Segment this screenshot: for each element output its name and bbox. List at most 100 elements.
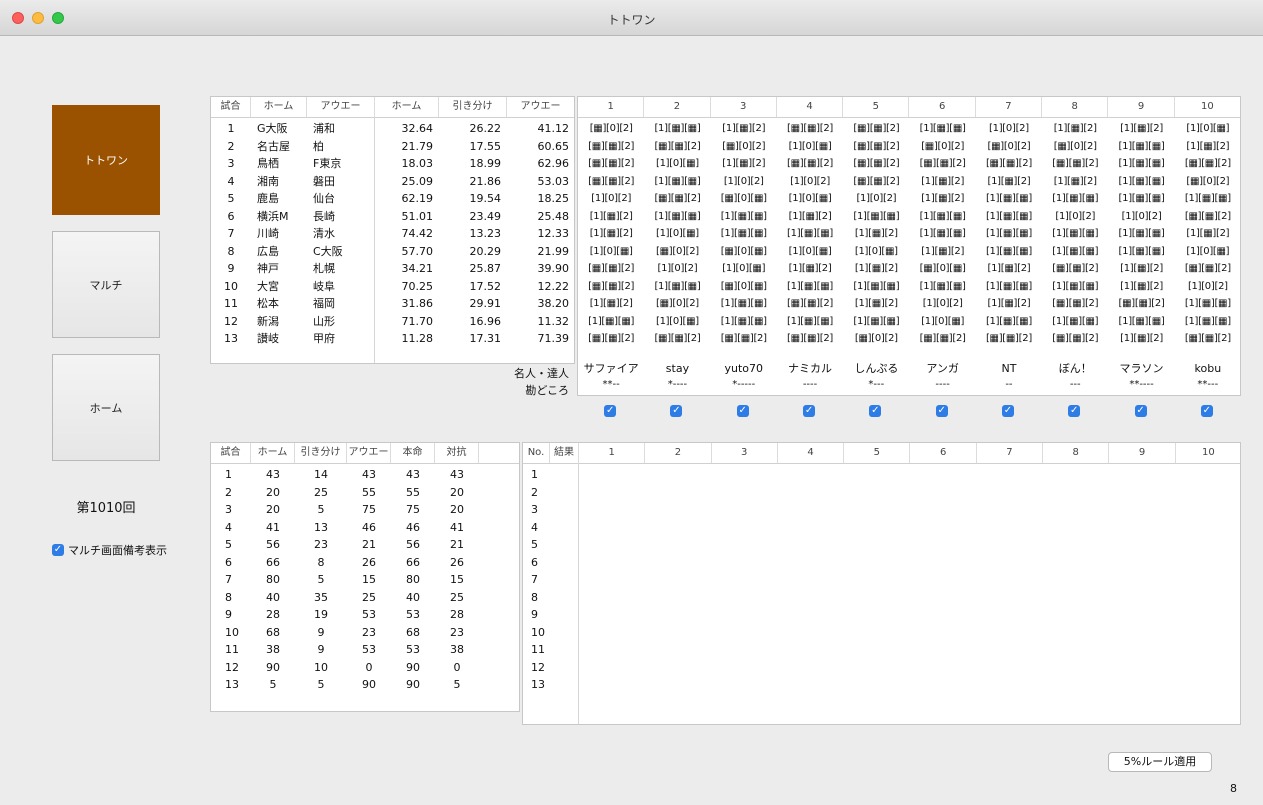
- table-row: 10 68 9 23 68 23: [211, 625, 519, 641]
- vote-cell: 0: [365, 660, 373, 674]
- expert-pick-cell: [1][▦][2]: [987, 175, 1031, 187]
- vote-cell: 66: [266, 555, 280, 569]
- expert-checkbox[interactable]: ✓: [803, 405, 816, 417]
- odds-cell: 広島: [257, 244, 279, 258]
- expert-pick-cell: [1][▦][2]: [589, 210, 633, 222]
- expert-pick-cell: [▦][0][2]: [1186, 175, 1230, 187]
- multi-button[interactable]: マルチ: [52, 231, 160, 338]
- expert-pick-cell: [1][▦][▦]: [1052, 315, 1099, 327]
- expert-pick-cell: [1][▦][▦]: [1184, 193, 1231, 204]
- expert-pick-cell: [1][▦][▦]: [1118, 193, 1165, 204]
- results-header-cell: 3: [712, 443, 778, 463]
- vote-cell: 20: [266, 503, 280, 516]
- odds-cell: 21.79: [401, 139, 434, 153]
- expert-checkbox[interactable]: ✓: [1200, 405, 1213, 417]
- odds-cell: 新潟: [257, 314, 279, 328]
- expert-checkbox[interactable]: ✓: [1001, 405, 1014, 417]
- table-row: 11 38 9 53 53 38: [211, 642, 519, 658]
- vote-cell: 28: [450, 608, 464, 621]
- odds-cell: 17.55: [469, 139, 502, 153]
- vote-cell: 90: [406, 660, 420, 674]
- expert-pick-cell: [1][▦][▦]: [985, 280, 1032, 292]
- expert-checkbox[interactable]: ✓: [604, 405, 617, 417]
- odds-cell: 57.70: [401, 244, 434, 258]
- odds-header-cell: 引き分け: [439, 97, 507, 117]
- expert-pick-cell: [1][▦][▦]: [1184, 298, 1231, 309]
- vote-header-cell: 本命: [391, 443, 435, 463]
- odds-cell: 39.90: [537, 262, 570, 275]
- expert-pick-cell: [▦][0][2]: [589, 123, 633, 134]
- table-row: [▦][▦][2] [1][0][▦] [1][▦][2] [▦][▦][2] [▦][…: [578, 156, 1240, 172]
- vote-cell: 20: [450, 485, 464, 499]
- odds-cell: 16.96: [469, 314, 502, 328]
- expert-pick-cell: [▦][0][2]: [656, 245, 699, 257]
- expert-pick-cell: [1][▦][2]: [788, 263, 832, 274]
- odds-cell: 9: [227, 262, 235, 275]
- vote-cell: 5: [453, 678, 461, 691]
- title-bar: トトワン: [0, 0, 1263, 36]
- expert-header-cell: 7: [976, 97, 1043, 117]
- result-row-no: 12: [531, 660, 545, 674]
- totowan-button[interactable]: トトワン: [52, 105, 160, 215]
- expert-checkbox[interactable]: ✓: [869, 405, 882, 417]
- vote-header-cell: アウエー: [347, 443, 391, 463]
- odds-cell: 3: [227, 157, 235, 170]
- expert-checkbox[interactable]: ✓: [1134, 405, 1147, 417]
- odds-cell: 長崎: [313, 209, 335, 223]
- results-table: No. 結果 1 2 3 4 5 6 7 8 9 10 1 2 3 4 5 6 7 8 9 10 11 12 13: [522, 442, 1241, 725]
- expert-checkbox[interactable]: ✓: [1068, 405, 1081, 417]
- odds-cell: 柏: [313, 139, 324, 153]
- expert-pick-cell: [1][▦][▦]: [1052, 280, 1099, 292]
- expert-header-cell: 1: [578, 97, 645, 117]
- vote-cell: 28: [266, 608, 280, 621]
- vote-cell: 14: [314, 468, 328, 481]
- expert-pick-cell: [1][▦][▦]: [919, 280, 966, 292]
- expert-checkbox[interactable]: ✓: [736, 405, 749, 417]
- vote-cell: 5: [317, 678, 325, 691]
- odds-cell: 18.25: [537, 192, 570, 205]
- vote-cell: 35: [314, 590, 328, 604]
- vote-cell: 80: [266, 573, 280, 586]
- table-row: [▦][▦][2] [▦][▦][2] [▦][▦][2] [▦][▦][2] [▦][…: [578, 331, 1240, 347]
- odds-header-cell: ホーム: [251, 97, 307, 117]
- vote-cell: 40: [406, 590, 420, 604]
- expert-pick-cell: [1][0][▦]: [722, 263, 766, 274]
- expert-pick-cell: [▦][0][▦]: [720, 245, 767, 257]
- five-percent-rule-button[interactable]: 5%ルール適用: [1108, 752, 1212, 772]
- vote-cell: 43: [362, 468, 376, 481]
- expert-picks-table: 1 2 3 4 5 6 7 8 9 10 [▦][0][2] [1][▦][▦] [1][▦][2] [▦…: [577, 96, 1241, 396]
- odds-cell: 12.33: [537, 227, 570, 240]
- expert-checkbox[interactable]: ✓: [670, 405, 683, 417]
- expert-pick-cell: [1][▦][▦]: [919, 210, 966, 222]
- expert-name: kobu: [1194, 362, 1222, 375]
- multi-note-toggle[interactable]: ✓ マルチ画面備考表示: [52, 542, 167, 558]
- odds-cell: 甲府: [313, 332, 335, 345]
- vote-cell: 43: [450, 468, 464, 481]
- vote-header-cell: 対抗: [435, 443, 479, 463]
- expert-checkbox[interactable]: ✓: [935, 405, 948, 417]
- expert-pick-cell: [1][▦][2]: [854, 228, 898, 239]
- odds-cell: C大阪: [313, 244, 343, 258]
- totowan-button-label: トトワン: [84, 154, 128, 167]
- odds-cell: 5: [227, 192, 235, 205]
- vote-cell: 15: [450, 573, 464, 586]
- odds-cell: 鹿島: [257, 192, 279, 205]
- expert-pick-cell: [1][▦][▦]: [853, 280, 900, 292]
- table-row: 8 広島 C大阪 57.70 20.29 21.99: [211, 244, 574, 260]
- vote-cell: 53: [406, 643, 420, 656]
- odds-header-cell: ホーム: [375, 97, 439, 117]
- expert-pick-cell: [1][▦][▦]: [720, 315, 767, 327]
- home-button[interactable]: ホーム: [52, 354, 160, 461]
- expert-pick-cell: [1][0][▦]: [788, 140, 832, 152]
- expert-name: マラソン: [1119, 362, 1164, 375]
- result-row-no: 13: [531, 678, 545, 691]
- multi-note-checkbox[interactable]: ✓: [52, 544, 64, 556]
- expert-pick-cell: [▦][▦][2]: [1052, 298, 1099, 309]
- table-row: [1][0][▦] [▦][0][2] [▦][0][▦] [1][0][▦] [1][…: [578, 244, 1240, 260]
- results-divider: [578, 463, 579, 724]
- table-row: [1][▦][2] [▦][0][2] [1][▦][▦] [▦][▦][2] [1][…: [578, 296, 1240, 312]
- result-row-no: 5: [531, 538, 538, 551]
- vote-cell: 55: [362, 485, 376, 499]
- vote-table: 試合 ホーム 引き分け アウエー 本命 対抗 1 43 14 43 43 43 2 20 25 55 55 20 3…: [210, 442, 520, 712]
- expert-pick-cell: [1][0][2]: [1121, 210, 1162, 222]
